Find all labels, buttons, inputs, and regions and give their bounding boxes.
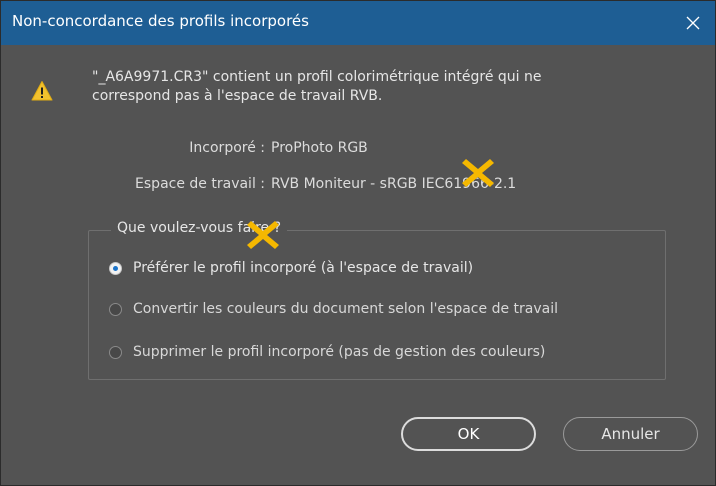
option-label: Convertir les couleurs du document selon… [133, 301, 558, 317]
ok-button[interactable]: OK [401, 417, 536, 451]
warning-message: "_A6A9971.CR3" contient un profil colori… [92, 68, 692, 106]
profile-mismatch-dialog: Non-concordance des profils incorporés "… [0, 0, 716, 486]
embedded-profile-label: Incorporé : [189, 140, 265, 156]
window-title: Non-concordance des profils incorporés [12, 12, 309, 30]
radio-button[interactable] [109, 345, 122, 359]
warning-icon [31, 81, 53, 101]
working-space-label: Espace de travail : [135, 176, 265, 192]
radio-button[interactable] [109, 302, 122, 316]
cross-marker [462, 159, 494, 187]
cross-marker [247, 221, 279, 249]
radio-button-selected[interactable] [109, 261, 122, 275]
embedded-profile-row: Incorporé : ProPhoto RGB [1, 140, 716, 160]
message-line-1: "_A6A9971.CR3" contient un profil colori… [92, 69, 542, 85]
close-button[interactable] [671, 1, 715, 45]
title-bar[interactable]: Non-concordance des profils incorporés [1, 1, 715, 45]
option-label: Supprimer le profil incorporé (pas de ge… [133, 344, 546, 360]
message-line-2: correspond pas à l'espace de travail RVB… [92, 88, 383, 104]
cancel-button[interactable]: Annuler [563, 417, 698, 451]
option-discard-profile[interactable]: Supprimer le profil incorporé (pas de ge… [109, 342, 545, 362]
embedded-profile-value: ProPhoto RGB [271, 140, 368, 156]
option-convert-to-working[interactable]: Convertir les couleurs du document selon… [109, 299, 558, 319]
option-prefer-embedded[interactable]: Préférer le profil incorporé (à l'espace… [109, 258, 473, 278]
option-label: Préférer le profil incorporé (à l'espace… [133, 260, 474, 276]
working-space-row: Espace de travail : RVB Moniteur - sRGB … [1, 176, 716, 196]
close-icon [686, 16, 700, 30]
